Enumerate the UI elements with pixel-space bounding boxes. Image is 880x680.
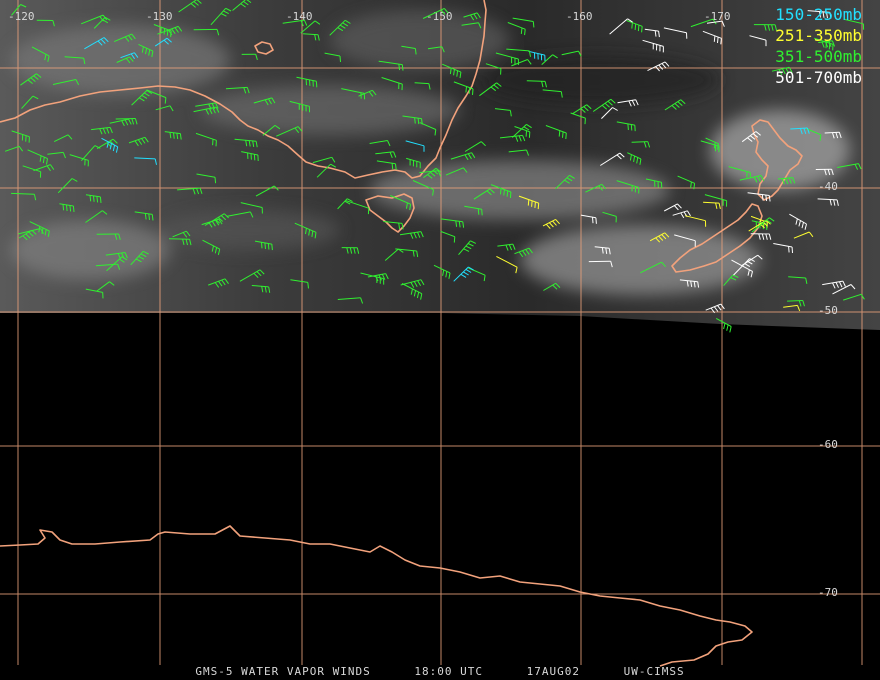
water-vapor-imagery xyxy=(0,0,880,330)
lat-label: -60 xyxy=(818,438,838,451)
lat-label: -70 xyxy=(818,586,838,599)
legend-entry-150-250: 150-250mb xyxy=(775,5,862,24)
water-vapor-winds-map: -120 -130 -140 -150 -160 -170 -40 -50 -6… xyxy=(0,0,880,680)
lon-label: -130 xyxy=(146,10,173,23)
product-source: UW-CIMSS xyxy=(623,665,685,678)
lat-label: -40 xyxy=(818,180,838,193)
product-name: GMS-5 WATER VAPOR WINDS xyxy=(195,665,371,678)
legend-entry-251-350: 251-350mb xyxy=(775,26,862,45)
lat-label: -50 xyxy=(818,304,838,317)
lon-label: -120 xyxy=(8,10,35,23)
legend-entry-501-700: 501-700mb xyxy=(775,68,862,87)
product-time: 18:00 UTC xyxy=(414,665,483,678)
product-date: 17AUG02 xyxy=(526,665,580,678)
pressure-legend: 150-250mb 251-350mb 351-500mb 501-700mb xyxy=(775,4,862,88)
product-footer: GMS-5 WATER VAPOR WINDS 18:00 UTC 17AUG0… xyxy=(0,665,880,678)
lon-label: -160 xyxy=(566,10,593,23)
map-canvas: -120 -130 -140 -150 -160 -170 -40 -50 -6… xyxy=(0,0,880,667)
lon-label: -150 xyxy=(426,10,453,23)
antarctica-coastline xyxy=(0,525,753,667)
legend-entry-351-500: 351-500mb xyxy=(775,47,862,66)
